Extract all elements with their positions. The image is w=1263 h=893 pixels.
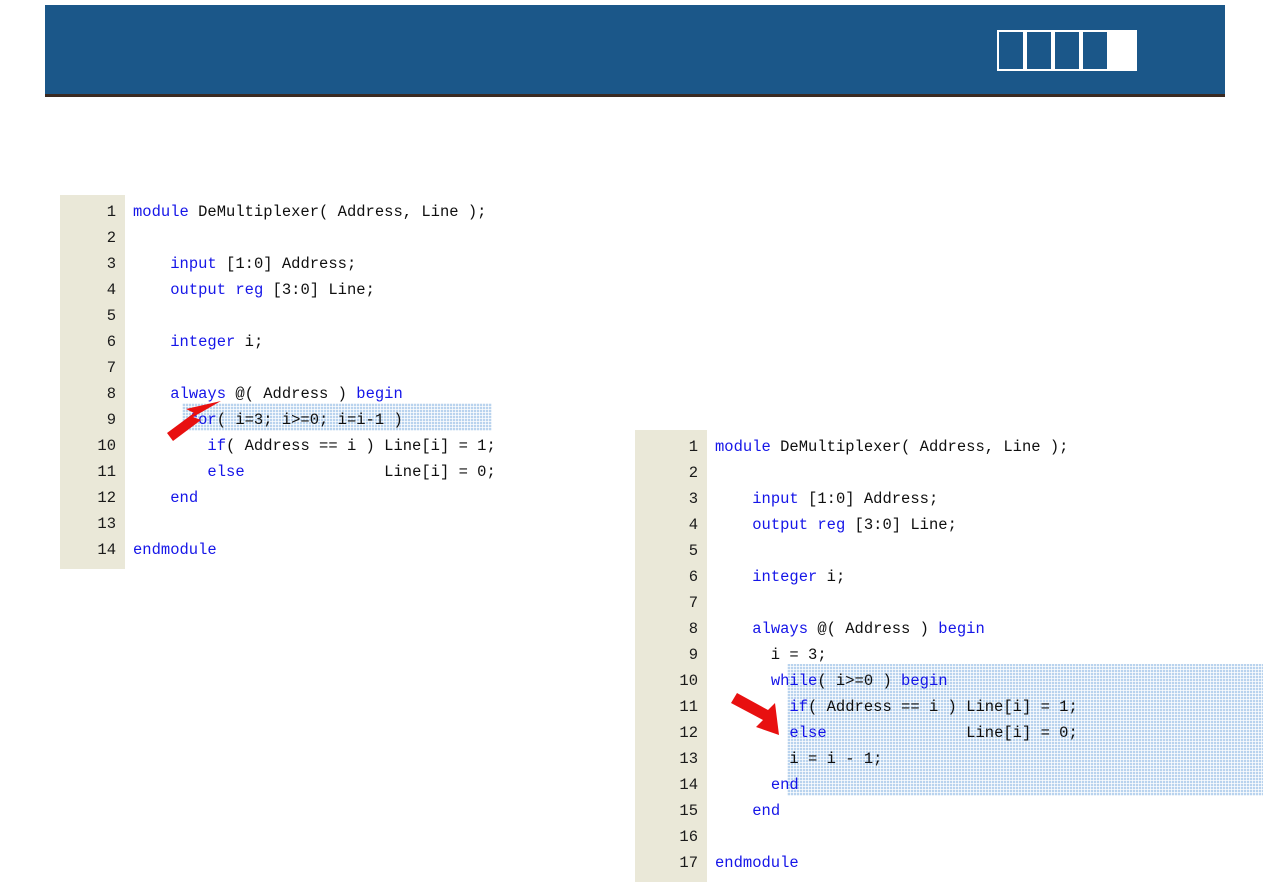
line-number: 6 — [645, 564, 698, 590]
line-number: 14 — [70, 537, 116, 563]
code-line[interactable] — [125, 511, 595, 537]
progress-pip-3 — [1053, 30, 1081, 71]
code-line[interactable] — [125, 303, 595, 329]
slide-header-bar — [45, 5, 1225, 97]
code-line[interactable]: endmodule — [707, 850, 1263, 876]
progress-pip-5 — [1109, 30, 1137, 71]
line-number: 11 — [645, 694, 698, 720]
code-line[interactable]: while( i>=0 ) begin — [707, 668, 1263, 694]
line-number: 5 — [645, 538, 698, 564]
code-line[interactable]: i = 3; — [707, 642, 1263, 668]
code-line[interactable]: module DeMultiplexer( Address, Line ); — [707, 434, 1263, 460]
line-number: 7 — [645, 590, 698, 616]
line-number: 2 — [70, 225, 116, 251]
line-number: 12 — [645, 720, 698, 746]
code-line[interactable]: integer i; — [707, 564, 1263, 590]
code-line[interactable]: end — [125, 485, 595, 511]
code-line[interactable] — [707, 538, 1263, 564]
line-number: 12 — [70, 485, 116, 511]
code-area: module DeMultiplexer( Address, Line ); i… — [125, 195, 595, 569]
code-area: module DeMultiplexer( Address, Line ); i… — [707, 430, 1263, 882]
line-number: 10 — [70, 433, 116, 459]
code-line[interactable]: end — [707, 798, 1263, 824]
code-line[interactable]: always @( Address ) begin — [707, 616, 1263, 642]
code-line[interactable]: if( Address == i ) Line[i] = 1; — [707, 694, 1263, 720]
line-number: 10 — [645, 668, 698, 694]
red-arrow-while — [723, 687, 785, 739]
code-line[interactable]: integer i; — [125, 329, 595, 355]
line-number: 4 — [645, 512, 698, 538]
code-line[interactable]: output reg [3:0] Line; — [125, 277, 595, 303]
line-number: 16 — [645, 824, 698, 850]
code-line[interactable]: else Line[i] = 0; — [125, 459, 595, 485]
code-line[interactable]: output reg [3:0] Line; — [707, 512, 1263, 538]
code-line[interactable]: i = i - 1; — [707, 746, 1263, 772]
slide-progress-indicator — [997, 30, 1137, 71]
line-number: 7 — [70, 355, 116, 381]
line-number-gutter: 1234567891011121314 — [60, 195, 125, 569]
line-number: 8 — [645, 616, 698, 642]
code-line[interactable]: end — [707, 772, 1263, 798]
code-line[interactable] — [707, 590, 1263, 616]
progress-pip-4 — [1081, 30, 1109, 71]
code-line[interactable] — [707, 824, 1263, 850]
code-line[interactable] — [125, 225, 595, 251]
line-number: 1 — [645, 434, 698, 460]
line-number: 6 — [70, 329, 116, 355]
code-block-for-loop: 1234567891011121314 module DeMultiplexer… — [60, 195, 595, 569]
code-line[interactable]: else Line[i] = 0; — [707, 720, 1263, 746]
line-number: 4 — [70, 277, 116, 303]
line-number: 3 — [645, 486, 698, 512]
code-line[interactable] — [125, 355, 595, 381]
line-number: 17 — [645, 850, 698, 876]
line-number: 15 — [645, 798, 698, 824]
red-arrow-for — [163, 397, 225, 445]
line-number: 8 — [70, 381, 116, 407]
line-number-gutter: 1234567891011121314151617 — [635, 430, 707, 882]
code-line[interactable]: endmodule — [125, 537, 595, 563]
progress-pip-2 — [1025, 30, 1053, 71]
code-line[interactable]: module DeMultiplexer( Address, Line ); — [125, 199, 595, 225]
code-line[interactable]: input [1:0] Address; — [707, 486, 1263, 512]
progress-pip-1 — [997, 30, 1025, 71]
code-line[interactable]: input [1:0] Address; — [125, 251, 595, 277]
line-number: 5 — [70, 303, 116, 329]
line-number: 13 — [645, 746, 698, 772]
line-number: 13 — [70, 511, 116, 537]
line-number: 1 — [70, 199, 116, 225]
line-number: 9 — [645, 642, 698, 668]
code-block-while-loop: 1234567891011121314151617 module DeMulti… — [635, 430, 1263, 882]
code-line[interactable] — [707, 460, 1263, 486]
line-number: 11 — [70, 459, 116, 485]
line-number: 3 — [70, 251, 116, 277]
line-number: 14 — [645, 772, 698, 798]
line-number: 9 — [70, 407, 116, 433]
line-number: 2 — [645, 460, 698, 486]
